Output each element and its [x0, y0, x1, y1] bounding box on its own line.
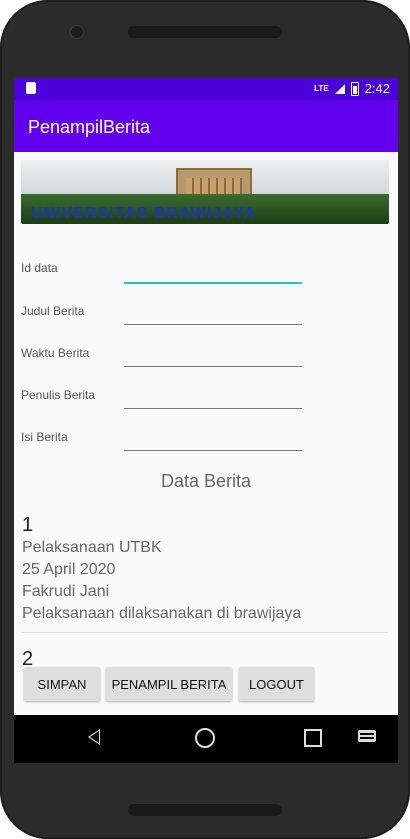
banner-text: UNIVERSITAS BRAWIJAYA [31, 205, 256, 222]
id-data-input[interactable] [124, 260, 302, 284]
berita-waktu: 25 April 2020 [22, 561, 116, 578]
app-screen: LTE 2:42 PenampilBerita UNIVERSITAS BRAW… [14, 78, 398, 763]
berita-penulis: Fakrudi Jani [22, 583, 110, 600]
berita-id: 1 [22, 514, 34, 536]
lte-indicator: LTE [314, 84, 329, 93]
data-berita-title: Data Berita [160, 471, 252, 491]
waktu-berita-input[interactable] [124, 344, 302, 367]
phone-frame: LTE 2:42 PenampilBerita UNIVERSITAS BRAW… [0, 0, 410, 839]
front-camera [70, 25, 84, 39]
sim-card-icon [26, 82, 36, 94]
app-title: PenampilBerita [28, 117, 151, 137]
app-bar: PenampilBerita [14, 100, 398, 152]
recent-apps-icon[interactable] [304, 729, 322, 747]
simpan-button[interactable]: SIMPAN [24, 667, 100, 701]
penulis-berita-input[interactable] [124, 386, 302, 409]
back-icon[interactable] [88, 729, 100, 745]
berita-list: 1 Pelaksanaan UTBK 25 April 2020 Fakrudi… [22, 514, 388, 625]
id-data-label: Id data [21, 261, 58, 275]
status-right: LTE 2:42 [314, 81, 390, 96]
bottom-speaker [128, 804, 282, 816]
penulis-berita-label: Penulis Berita [21, 388, 96, 402]
home-icon[interactable] [195, 728, 215, 748]
keyboard-icon[interactable] [358, 730, 376, 742]
isi-berita-label: Isi Berita [21, 430, 68, 444]
logout-button[interactable]: LOGOUT [239, 667, 314, 701]
earpiece-speaker [128, 26, 282, 38]
battery-icon [350, 81, 359, 96]
berita-judul: Pelaksanaan UTBK [22, 539, 162, 556]
judul-berita-label: Judul Berita [21, 304, 85, 318]
navigation-bar [14, 715, 398, 763]
list-divider [22, 632, 388, 633]
berita-isi: Pelaksanaan dilaksanakan di brawijaya [22, 605, 302, 622]
signal-icon [334, 83, 345, 94]
waktu-berita-label: Waktu Berita [21, 346, 90, 360]
status-bar: LTE 2:42 [14, 78, 398, 100]
clock: 2:42 [364, 81, 390, 96]
penampil-berita-button[interactable]: PENAMPIL BERITA [106, 667, 232, 701]
campus-banner-image: UNIVERSITAS BRAWIJAYA [21, 160, 389, 224]
isi-berita-input[interactable] [124, 428, 302, 451]
judul-berita-input[interactable] [124, 302, 302, 325]
